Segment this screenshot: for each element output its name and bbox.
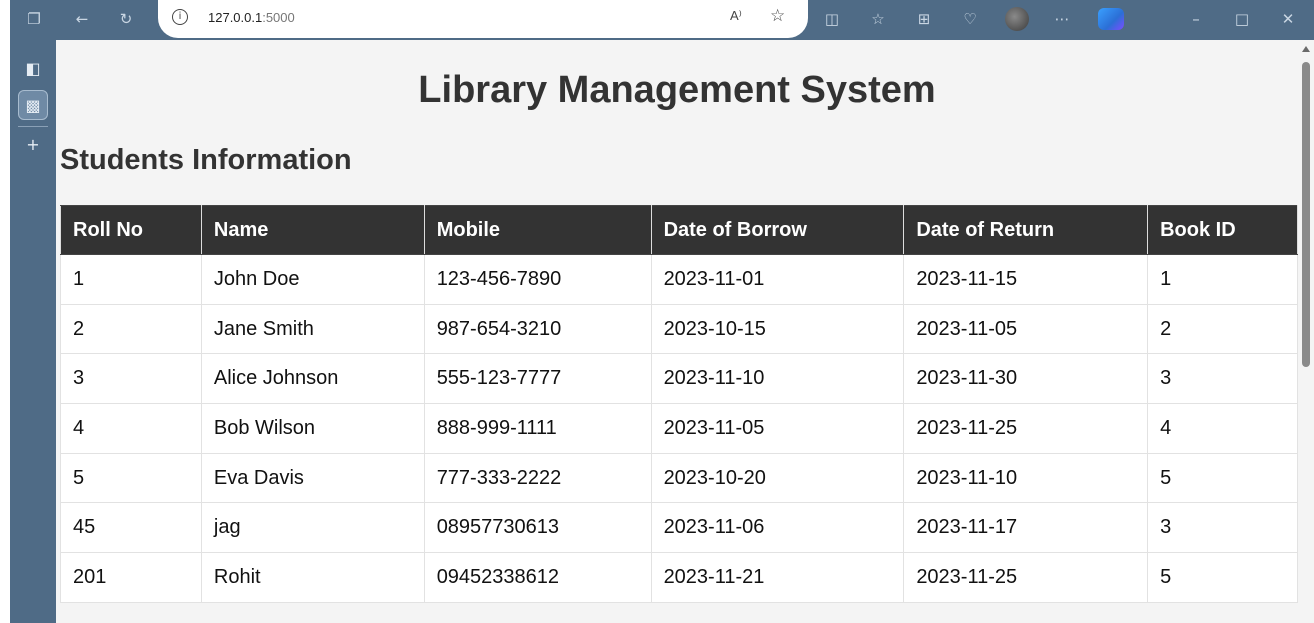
site-info-icon[interactable]: i bbox=[172, 9, 188, 25]
section-heading: Students Information bbox=[60, 144, 352, 176]
table-row: 4 Bob Wilson 888-999-1111 2023-11-05 202… bbox=[60, 403, 1298, 454]
table-row: 45 jag 08957730613 2023-11-06 2023-11-17… bbox=[60, 502, 1298, 554]
cell-date-of-borrow: 2023-11-10 bbox=[650, 353, 905, 405]
cell-name: Eva Davis bbox=[200, 452, 425, 504]
read-aloud-icon[interactable]: A⁾ bbox=[730, 8, 742, 24]
cell-mobile: 888-999-1111 bbox=[423, 403, 652, 454]
page-title: Library Management System bbox=[418, 69, 936, 111]
close-icon[interactable]: ✕ bbox=[1278, 9, 1298, 29]
cell-book-id: 3 bbox=[1147, 353, 1298, 405]
cell-date-of-borrow: 2023-11-05 bbox=[650, 403, 905, 454]
header-mobile: Mobile bbox=[423, 205, 652, 255]
cell-book-id: 1 bbox=[1147, 254, 1298, 305]
cell-mobile: 555-123-7777 bbox=[423, 353, 652, 405]
maximize-icon[interactable]: □ bbox=[1232, 9, 1252, 29]
cell-name: Jane Smith bbox=[200, 303, 425, 355]
cell-date-of-borrow: 2023-11-06 bbox=[650, 502, 905, 554]
plus-icon[interactable]: + bbox=[18, 130, 48, 160]
heart-pulse-icon[interactable]: ♡ bbox=[960, 9, 980, 29]
cell-date-of-borrow: 2023-11-21 bbox=[650, 552, 905, 603]
back-arrow-icon[interactable]: ← bbox=[72, 9, 92, 29]
scrollbar-thumb[interactable] bbox=[1302, 62, 1310, 367]
window-edge bbox=[0, 0, 10, 623]
cell-book-id: 4 bbox=[1147, 403, 1298, 454]
cell-date-of-return: 2023-11-17 bbox=[903, 502, 1149, 554]
cell-date-of-return: 2023-11-25 bbox=[903, 403, 1149, 454]
cell-date-of-return: 2023-11-10 bbox=[903, 452, 1149, 504]
cell-roll-no: 2 bbox=[60, 303, 202, 355]
cell-mobile: 123-456-7890 bbox=[423, 254, 652, 305]
cell-date-of-return: 2023-11-15 bbox=[903, 254, 1149, 305]
address-url[interactable]: 127.0.0.1:5000 bbox=[208, 10, 295, 25]
sidebar-divider bbox=[18, 126, 48, 127]
table-header-row: Roll No Name Mobile Date of Borrow Date … bbox=[60, 205, 1298, 255]
cell-name: Alice Johnson bbox=[200, 353, 425, 405]
split-screen-icon[interactable]: ◫ bbox=[822, 9, 842, 29]
cell-mobile: 777-333-2222 bbox=[423, 452, 652, 504]
cell-date-of-borrow: 2023-10-20 bbox=[650, 452, 905, 504]
browser-window: ❐ ← ↻ i 127.0.0.1:5000 A⁾ ☆ ◫ ☆ ⊞ ♡ ⋯ – … bbox=[0, 0, 1314, 623]
cell-roll-no: 201 bbox=[60, 552, 202, 603]
copilot-icon[interactable] bbox=[1098, 8, 1124, 30]
cell-book-id: 5 bbox=[1147, 452, 1298, 504]
refresh-icon[interactable]: ↻ bbox=[116, 9, 136, 29]
minimize-icon[interactable]: – bbox=[1186, 9, 1206, 29]
cell-roll-no: 1 bbox=[60, 254, 202, 305]
cell-book-id: 2 bbox=[1147, 303, 1298, 355]
table-row: 201 Rohit 09452338612 2023-11-21 2023-11… bbox=[60, 552, 1298, 603]
header-book-id: Book ID bbox=[1147, 205, 1298, 255]
profile-avatar[interactable] bbox=[1005, 7, 1029, 31]
cell-mobile: 09452338612 bbox=[423, 552, 652, 603]
collections-icon[interactable]: ⊞ bbox=[914, 9, 934, 29]
cell-name: jag bbox=[200, 502, 425, 554]
vertical-tabs-icon[interactable]: ◧ bbox=[18, 54, 48, 84]
cell-name: John Doe bbox=[200, 254, 425, 305]
page-viewport: Library Management System Students Infor… bbox=[56, 40, 1314, 623]
cell-book-id: 3 bbox=[1147, 502, 1298, 554]
students-table: Roll No Name Mobile Date of Borrow Date … bbox=[60, 205, 1298, 603]
star-icon[interactable]: ☆ bbox=[770, 6, 785, 26]
terminal-tab-icon[interactable]: ▩ bbox=[18, 90, 48, 120]
vertical-scrollbar[interactable] bbox=[1298, 40, 1314, 623]
cell-date-of-return: 2023-11-30 bbox=[903, 353, 1149, 405]
favorites-icon[interactable]: ☆ bbox=[868, 9, 888, 29]
vertical-tab-sidebar: ◧ ▩ + bbox=[10, 40, 56, 623]
cell-name: Rohit bbox=[200, 552, 425, 603]
cell-roll-no: 4 bbox=[60, 403, 202, 454]
cell-mobile: 987-654-3210 bbox=[423, 303, 652, 355]
address-bar[interactable]: i 127.0.0.1:5000 A⁾ ☆ bbox=[158, 0, 808, 38]
url-port: :5000 bbox=[262, 10, 295, 25]
table-row: 5 Eva Davis 777-333-2222 2023-10-20 2023… bbox=[60, 452, 1298, 504]
cell-roll-no: 45 bbox=[60, 502, 202, 554]
table-row: 1 John Doe 123-456-7890 2023-11-01 2023-… bbox=[60, 254, 1298, 305]
cell-date-of-borrow: 2023-11-01 bbox=[650, 254, 905, 305]
browser-toolbar: ❐ ← ↻ i 127.0.0.1:5000 A⁾ ☆ ◫ ☆ ⊞ ♡ ⋯ – … bbox=[10, 0, 1314, 40]
cell-book-id: 5 bbox=[1147, 552, 1298, 603]
scroll-up-arrow-icon[interactable] bbox=[1302, 46, 1310, 52]
cell-roll-no: 5 bbox=[60, 452, 202, 504]
header-roll-no: Roll No bbox=[60, 205, 202, 255]
header-date-of-borrow: Date of Borrow bbox=[650, 205, 905, 255]
cell-date-of-return: 2023-11-05 bbox=[903, 303, 1149, 355]
header-date-of-return: Date of Return bbox=[903, 205, 1149, 255]
url-host: 127.0.0.1 bbox=[208, 10, 263, 25]
more-icon[interactable]: ⋯ bbox=[1052, 9, 1072, 29]
table-row: 2 Jane Smith 987-654-3210 2023-10-15 202… bbox=[60, 303, 1298, 355]
cell-roll-no: 3 bbox=[60, 353, 202, 405]
cell-date-of-return: 2023-11-25 bbox=[903, 552, 1149, 603]
cell-name: Bob Wilson bbox=[200, 403, 425, 454]
cell-date-of-borrow: 2023-10-15 bbox=[650, 303, 905, 355]
table-row: 3 Alice Johnson 555-123-7777 2023-11-10 … bbox=[60, 353, 1298, 405]
cell-mobile: 08957730613 bbox=[423, 502, 652, 554]
header-name: Name bbox=[200, 205, 425, 255]
tab-actions-icon[interactable]: ❐ bbox=[24, 9, 44, 29]
